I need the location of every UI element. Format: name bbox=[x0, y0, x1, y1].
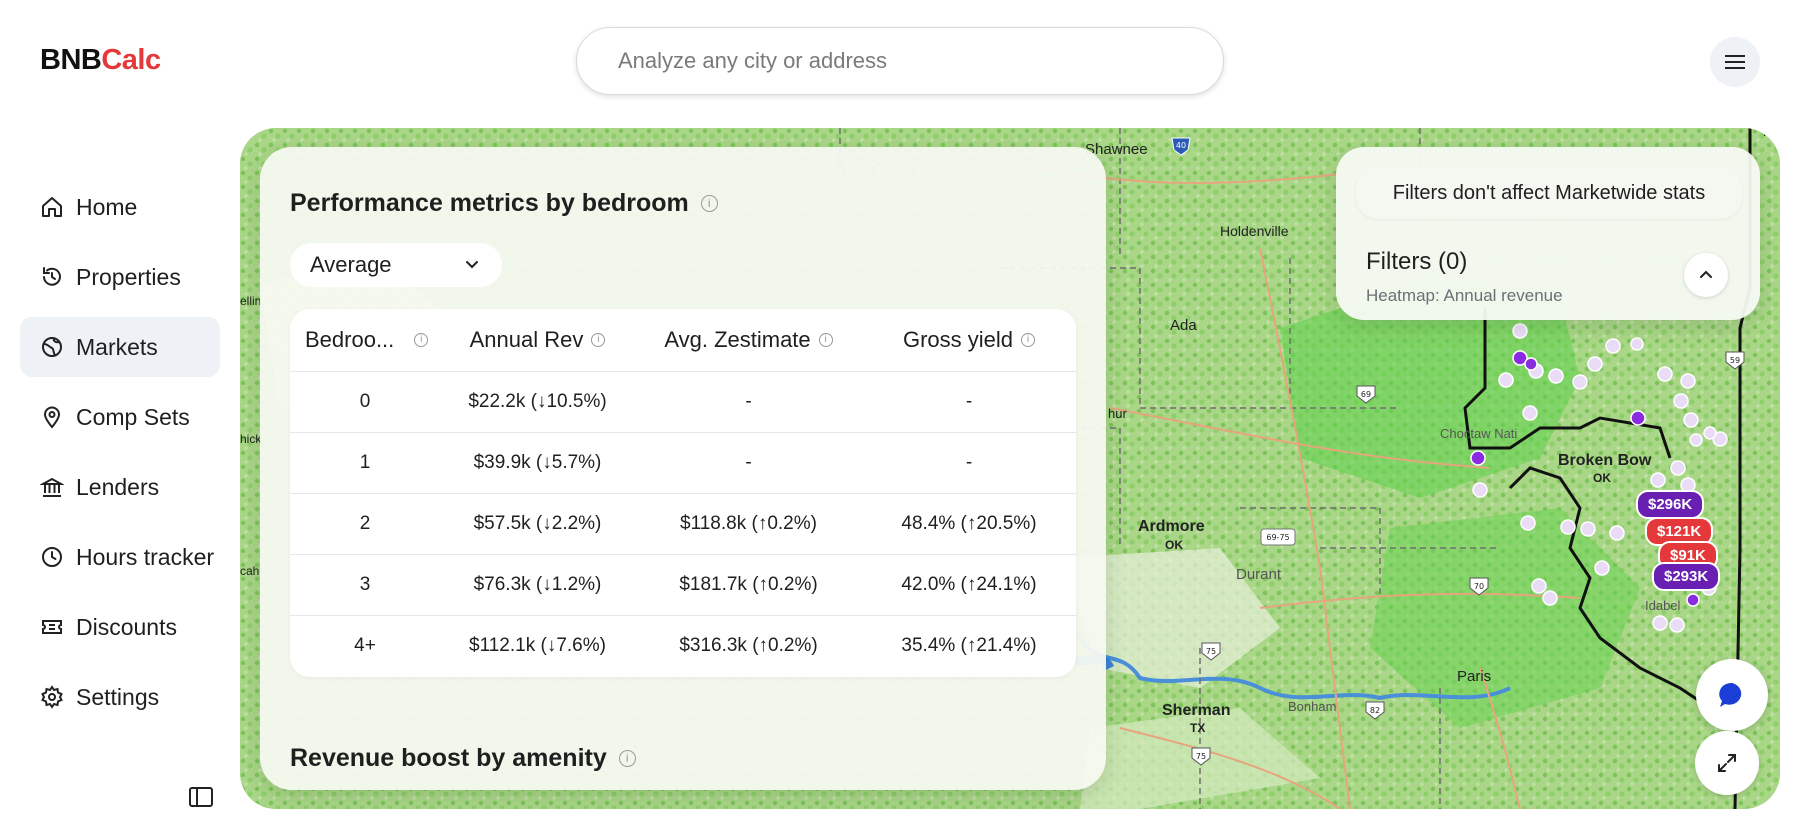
sidebar-item-home[interactable]: Home bbox=[20, 177, 220, 237]
filters-title[interactable]: Filters (0) bbox=[1366, 248, 1467, 276]
table-cell: $22.2k (↓10.5%) bbox=[468, 391, 607, 412]
column-header-label: Gross yield bbox=[902, 327, 1014, 352]
column-header-annual-rev[interactable]: Annual Rev i bbox=[440, 327, 635, 353]
performance-panel: Performance metrics by bedroom i Average… bbox=[260, 147, 1106, 790]
aggregate-select[interactable]: Average bbox=[290, 243, 502, 287]
sidebar-item-label: Settings bbox=[76, 683, 160, 710]
info-icon[interactable]: i bbox=[1021, 333, 1036, 347]
table-cell: 2 bbox=[359, 513, 371, 534]
history-icon bbox=[43, 267, 61, 286]
table-cell: - bbox=[745, 391, 752, 412]
table-cell: 42.0% (↑24.1%) bbox=[901, 574, 1037, 595]
table-cell: 0 bbox=[359, 391, 371, 412]
table-cell: $57.5k (↓2.2%) bbox=[473, 513, 602, 534]
column-header-label: Annual Rev bbox=[469, 327, 584, 352]
aggregate-select-value: Average bbox=[310, 252, 392, 277]
sidebar-item-label: Home bbox=[76, 193, 138, 220]
table-cell: $181.7k (↑0.2%) bbox=[679, 574, 818, 595]
info-icon[interactable]: i bbox=[414, 333, 429, 347]
chat-icon bbox=[1719, 682, 1742, 707]
column-header-bedrooms[interactable]: Bedroo... i bbox=[290, 327, 440, 353]
table-row: 1 $39.9k (↓5.7%) - - bbox=[290, 432, 1076, 493]
sidebar-item-label: Comp Sets bbox=[76, 403, 190, 430]
home-icon bbox=[42, 197, 62, 217]
filters-subtitle: Heatmap: Annual revenue bbox=[1366, 286, 1563, 305]
chevron-down-icon bbox=[466, 261, 478, 269]
ticket-icon bbox=[42, 620, 62, 634]
fullscreen-button[interactable] bbox=[1695, 731, 1759, 795]
info-icon[interactable]: i bbox=[700, 195, 718, 212]
info-icon[interactable]: i bbox=[591, 333, 606, 347]
table-cell: $118.8k (↑0.2%) bbox=[680, 513, 817, 534]
hamburger-icon bbox=[1725, 55, 1745, 69]
table-cell: 35.4% (↑21.4%) bbox=[901, 635, 1037, 656]
info-icon[interactable]: i bbox=[618, 750, 636, 767]
sidebar-item-properties[interactable]: Properties bbox=[20, 247, 220, 307]
menu-button[interactable] bbox=[1710, 37, 1760, 87]
table-header-row: Bedroo... i Annual Rev i Avg. Zestimate i G… bbox=[290, 309, 1076, 371]
table-cell: - bbox=[965, 391, 973, 412]
section-title-amenity: Revenue boost by amenity i bbox=[290, 744, 636, 773]
table-row: 4+ $112.1k (↓7.6%) $316.3k (↑0.2%) 35.4%… bbox=[290, 615, 1076, 676]
chevron-up-icon bbox=[1700, 270, 1712, 278]
sidebar-item-label: Markets bbox=[76, 333, 158, 360]
sidebar-item-comp-sets[interactable]: Comp Sets bbox=[20, 387, 220, 447]
gear-icon bbox=[41, 685, 63, 709]
sidebar-nav: Home Properties Markets Comp Sets Lender… bbox=[20, 177, 220, 737]
brand-logo[interactable]: BNBCalc bbox=[40, 44, 161, 77]
sidebar-item-settings[interactable]: Settings bbox=[20, 667, 220, 727]
expand-icon bbox=[1718, 754, 1736, 772]
sidebar-item-hours-tracker[interactable]: Hours tracker bbox=[20, 527, 220, 587]
section-title-text: Revenue boost by amenity bbox=[290, 744, 607, 772]
filters-note: Filters don't affect Marketwide stats bbox=[1356, 167, 1742, 219]
sidebar-item-label: Discounts bbox=[76, 613, 177, 640]
sidebar-item-markets[interactable]: Markets bbox=[20, 317, 220, 377]
bedroom-metrics-table: Bedroo... i Annual Rev i Avg. Zestimate i G… bbox=[290, 309, 1076, 677]
filters-panel: Filters don't affect Marketwide stats Fi… bbox=[1336, 147, 1760, 320]
sidebar-item-label: Lenders bbox=[76, 473, 160, 500]
column-header-label: Bedroo... bbox=[305, 327, 395, 352]
search-box[interactable] bbox=[576, 27, 1224, 95]
pin-icon bbox=[43, 406, 61, 429]
table-cell: $76.3k (↓1.2%) bbox=[473, 574, 602, 595]
table-cell: $112.1k (↓7.6%) bbox=[469, 635, 606, 656]
sidebar-item-discounts[interactable]: Discounts bbox=[20, 597, 220, 657]
filters-toggle-button[interactable] bbox=[1684, 253, 1728, 297]
clock-icon bbox=[42, 547, 62, 567]
bank-icon bbox=[40, 477, 64, 497]
panel-title: Performance metrics by bedroom i bbox=[290, 189, 718, 218]
column-header-gross-yield[interactable]: Gross yield i bbox=[862, 327, 1076, 353]
table-row: 2 $57.5k (↓2.2%) $118.8k (↑0.2%) 48.4% (… bbox=[290, 493, 1076, 554]
sidebar-collapse-icon[interactable] bbox=[187, 785, 215, 809]
search-input[interactable] bbox=[577, 28, 1223, 94]
table-cell: 1 bbox=[359, 452, 371, 473]
chat-button[interactable] bbox=[1696, 659, 1768, 731]
sidebar-item-label: Hours tracker bbox=[76, 543, 215, 570]
price-pin[interactable]: $293K bbox=[1652, 562, 1721, 591]
table-cell: 4+ bbox=[354, 635, 376, 656]
info-icon[interactable]: i bbox=[818, 333, 833, 347]
table-row: 3 $76.3k (↓1.2%) $181.7k (↑0.2%) 42.0% (… bbox=[290, 554, 1076, 615]
panel-title-text: Performance metrics by bedroom bbox=[290, 189, 689, 217]
table-cell: 3 bbox=[359, 574, 371, 595]
price-pin[interactable]: $296K bbox=[1636, 490, 1705, 519]
sidebar-item-label: Properties bbox=[76, 263, 181, 290]
table-row: 0 $22.2k (↓10.5%) - - bbox=[290, 371, 1076, 432]
table-cell: - bbox=[745, 452, 752, 473]
table-cell: - bbox=[965, 452, 973, 473]
table-cell: $39.9k (↓5.7%) bbox=[473, 452, 602, 473]
table-cell: 48.4% (↑20.5%) bbox=[901, 513, 1037, 534]
column-header-label: Avg. Zestimate bbox=[664, 327, 811, 352]
column-header-avg-zestimate[interactable]: Avg. Zestimate i bbox=[635, 327, 862, 353]
table-cell: $316.3k (↑0.2%) bbox=[679, 635, 818, 656]
globe-icon bbox=[42, 337, 62, 357]
sidebar-item-lenders[interactable]: Lenders bbox=[20, 457, 220, 517]
